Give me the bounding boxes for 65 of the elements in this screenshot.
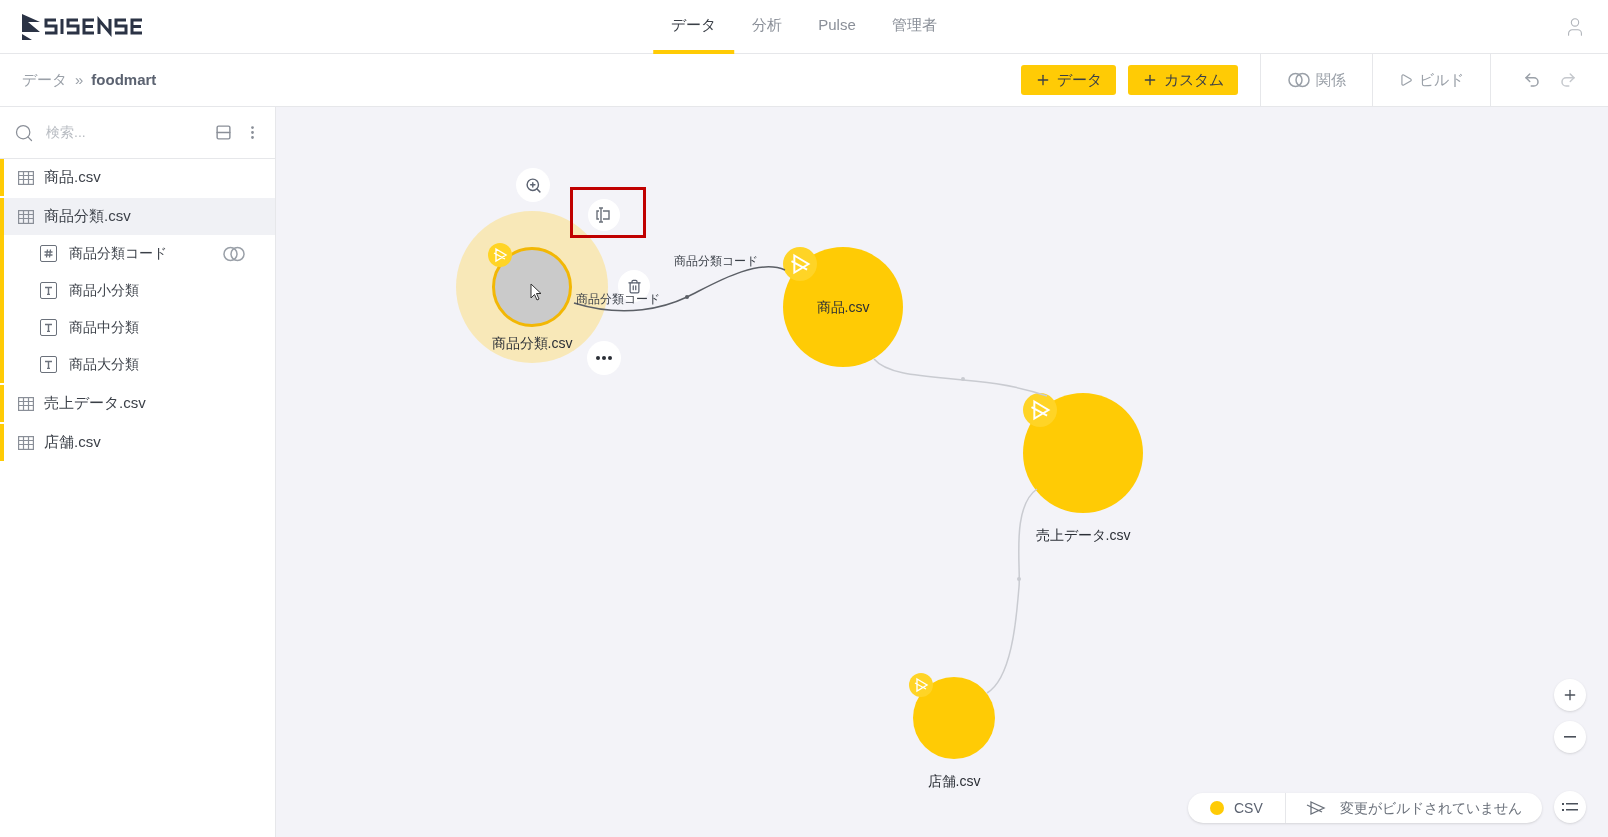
table-name: 売上データ.csv: [44, 393, 146, 414]
cursor-icon: [530, 283, 542, 301]
column-name: 商品大分類: [69, 355, 139, 374]
column-item[interactable]: 商品小分類: [4, 272, 275, 309]
ellipsis-icon: [596, 356, 612, 360]
column-name: 商品分類コード: [69, 244, 167, 263]
redo-icon[interactable]: [1558, 71, 1577, 89]
relation-icon: [223, 245, 245, 262]
breadcrumb-current: foodmart: [91, 69, 157, 90]
nav-tab[interactable]: データ: [653, 0, 735, 54]
unbuilt-badge-icon: [488, 243, 512, 267]
table-icon: [18, 435, 34, 450]
plus-icon: [1142, 72, 1158, 88]
table-item[interactable]: 商品分類.csv: [4, 198, 275, 235]
build-status-text: 変更がビルドされていません: [1339, 798, 1522, 818]
view-toggle-icon[interactable]: [215, 124, 232, 141]
zoom-in-button[interactable]: [1554, 679, 1586, 711]
node-label: 売上データ.csv: [1035, 526, 1131, 545]
text-type-icon: [40, 356, 57, 373]
legend-label: CSV: [1234, 798, 1263, 818]
trash-icon: [626, 278, 642, 294]
split-button[interactable]: [588, 199, 620, 231]
relation-label: 商品分類コード: [674, 253, 758, 270]
list-icon: [1562, 802, 1578, 812]
text-type-icon: [40, 319, 57, 336]
plus-icon: [1035, 72, 1051, 88]
unbuilt-badge-icon: [1023, 393, 1057, 427]
relation-label: 商品分類コード: [576, 291, 660, 308]
table-icon: [18, 209, 34, 224]
search-field[interactable]: 検索...: [46, 122, 203, 143]
table-node[interactable]: 商品.csv: [783, 247, 903, 367]
unbuilt-icon: [1305, 800, 1326, 816]
play-icon: [1399, 73, 1413, 87]
table-node[interactable]: [913, 677, 995, 759]
node-label: 店舗.csv: [927, 772, 981, 791]
search-icon: [14, 122, 34, 143]
split-icon: [595, 207, 613, 223]
node-label: 商品分類.csv: [491, 334, 573, 353]
table-icon: [18, 170, 34, 185]
column-name: 商品中分類: [69, 318, 139, 337]
table-name: 店舗.csv: [44, 432, 101, 453]
undo-icon[interactable]: [1522, 71, 1541, 89]
minus-icon: [1564, 736, 1576, 738]
column-item[interactable]: 商品分類コード: [4, 235, 275, 272]
zoom-in-button[interactable]: [516, 168, 550, 202]
add-button[interactable]: カスタム: [1128, 65, 1238, 95]
unbuilt-badge-icon: [909, 673, 934, 698]
zoom-out-button[interactable]: [1554, 721, 1586, 753]
more-options-button[interactable]: [587, 341, 621, 375]
number-type-icon: [40, 245, 57, 262]
table-icon: [18, 396, 34, 411]
column-name: 商品小分類: [69, 281, 139, 300]
column-item[interactable]: 商品大分類: [4, 346, 275, 383]
plus-icon: [1562, 687, 1578, 703]
breadcrumb-separator: »: [75, 69, 84, 90]
zoom-in-icon: [524, 176, 542, 194]
table-name: 商品分類.csv: [44, 206, 131, 227]
table-name: 商品.csv: [44, 167, 101, 188]
add-button[interactable]: データ: [1021, 65, 1116, 95]
node-label: 商品.csv: [816, 297, 870, 317]
text-type-icon: [40, 282, 57, 299]
column-item[interactable]: 商品中分類: [4, 309, 275, 346]
rings-icon: [1287, 72, 1310, 88]
unbuilt-badge-icon: [783, 247, 817, 281]
legend-toggle-button[interactable]: [1554, 791, 1586, 823]
